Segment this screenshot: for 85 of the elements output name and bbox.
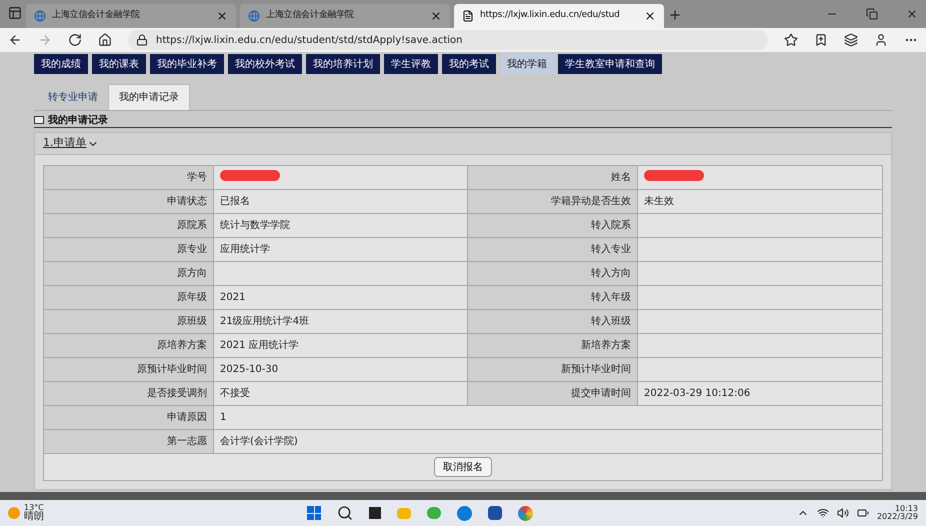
- field-label: 新培养方案: [468, 334, 638, 358]
- field-label: 原培养方案: [44, 334, 214, 358]
- favorites-icon[interactable]: [814, 33, 828, 47]
- volume-icon[interactable]: [836, 507, 849, 519]
- field-label: 转入方向: [468, 262, 638, 286]
- field-label: 转入班级: [468, 310, 638, 334]
- tab-title: 上海立信会计金融学院: [52, 9, 142, 22]
- field-label: 原预计毕业时间: [44, 358, 214, 382]
- temperature: 13°C: [24, 504, 44, 512]
- field-label: 转入院系: [468, 214, 638, 238]
- field-label: 是否接受调剂: [44, 382, 214, 406]
- field-label: 转入年级: [468, 286, 638, 310]
- refresh-icon[interactable]: [68, 33, 82, 47]
- field-label: 原方向: [44, 262, 214, 286]
- tab-title: 上海立信会计金融学院: [266, 9, 356, 22]
- panel-title[interactable]: 1.申请单: [43, 135, 86, 152]
- lock-icon: [136, 34, 148, 46]
- horizontal-scrollbar[interactable]: [0, 492, 926, 500]
- field-value: 1: [214, 406, 883, 430]
- nav-tab[interactable]: 学生教室申请和查询: [558, 54, 662, 74]
- nav-tab[interactable]: 我的课表: [92, 54, 146, 74]
- tab-actions-icon[interactable]: [8, 6, 22, 20]
- browser-tab[interactable]: https://lxjw.lixin.edu.cn/edu/stud: [454, 4, 664, 28]
- field-value: 不接受: [214, 382, 468, 406]
- home-icon[interactable]: [98, 33, 112, 47]
- sub-tab[interactable]: 我的申请记录: [108, 84, 190, 110]
- list-icon: [34, 116, 44, 124]
- browser-tab[interactable]: 上海立信会计金融学院: [240, 4, 450, 28]
- battery-icon[interactable]: [856, 507, 869, 519]
- field-value: 应用统计学: [214, 238, 468, 262]
- nav-tab[interactable]: 我的毕业补考: [150, 54, 224, 74]
- nav-tab[interactable]: 我的校外考试: [228, 54, 302, 74]
- field-value: 2025-10-30: [214, 358, 468, 382]
- field-value: 21级应用统计学4班: [214, 310, 468, 334]
- collections-icon[interactable]: [844, 33, 858, 47]
- field-label: 原班级: [44, 310, 214, 334]
- globe-icon: [34, 10, 46, 22]
- close-icon[interactable]: [216, 10, 228, 22]
- new-tab-icon[interactable]: [668, 8, 682, 22]
- field-value: 2021 应用统计学: [214, 334, 468, 358]
- section-title: 我的申请记录: [48, 114, 108, 128]
- field-label: 学号: [44, 166, 214, 190]
- sub-tab[interactable]: 转专业申请: [38, 84, 108, 110]
- field-label: 申请原因: [44, 406, 214, 430]
- field-value: 已报名: [214, 190, 468, 214]
- address-bar[interactable]: https://lxjw.lixin.edu.cn/edu/student/std/stdApply!save.action: [128, 30, 768, 50]
- back-icon[interactable]: [8, 33, 22, 47]
- field-value: 2022-03-29 10:12:06: [638, 382, 883, 406]
- nav-tab[interactable]: 学生评教: [384, 54, 438, 74]
- field-label: 原年级: [44, 286, 214, 310]
- globe-icon: [248, 10, 260, 22]
- field-value: 2021: [214, 286, 468, 310]
- weather-icon: [8, 507, 20, 519]
- field-label: 学籍异动是否生效: [468, 190, 638, 214]
- field-value: 未生效: [638, 190, 883, 214]
- field-value: 统计与数学学院: [214, 214, 468, 238]
- tab-title: https://lxjw.lixin.edu.cn/edu/stud: [480, 9, 621, 22]
- field-label: 姓名: [468, 166, 638, 190]
- favorite-icon[interactable]: [784, 33, 798, 47]
- restore-icon[interactable]: [866, 8, 878, 20]
- clock-date: 2022/3/29: [876, 513, 918, 521]
- field-label: 申请状态: [44, 190, 214, 214]
- field-label: 新预计毕业时间: [468, 358, 638, 382]
- close-icon[interactable]: [430, 10, 442, 22]
- redaction-mark: [644, 170, 704, 180]
- start-icon[interactable]: [307, 506, 322, 520]
- nav-tab[interactable]: 我的成绩: [34, 54, 88, 74]
- field-label: 转入专业: [468, 238, 638, 262]
- field-label: 提交申请时间: [468, 382, 638, 406]
- profile-icon[interactable]: [874, 33, 888, 47]
- weather-text: 晴朗: [24, 512, 44, 522]
- field-value: 会计学(会计学院): [214, 430, 883, 454]
- clock-time: 10:13: [894, 505, 918, 513]
- field-label: 原院系: [44, 214, 214, 238]
- browser-tab[interactable]: 上海立信会计金融学院: [26, 4, 236, 28]
- close-icon[interactable]: [644, 10, 656, 22]
- nav-tab[interactable]: 我的培养计划: [306, 54, 380, 74]
- nav-tab[interactable]: 我的考试: [442, 54, 496, 74]
- redaction-mark: [220, 170, 280, 180]
- field-label: 原专业: [44, 238, 214, 262]
- page-icon: [462, 10, 474, 22]
- cancel-registration-button[interactable]: 取消报名: [434, 457, 492, 477]
- field-label: 第一志愿: [44, 430, 214, 454]
- search-icon[interactable]: [337, 505, 354, 521]
- nav-tab[interactable]: 我的学籍: [500, 54, 554, 74]
